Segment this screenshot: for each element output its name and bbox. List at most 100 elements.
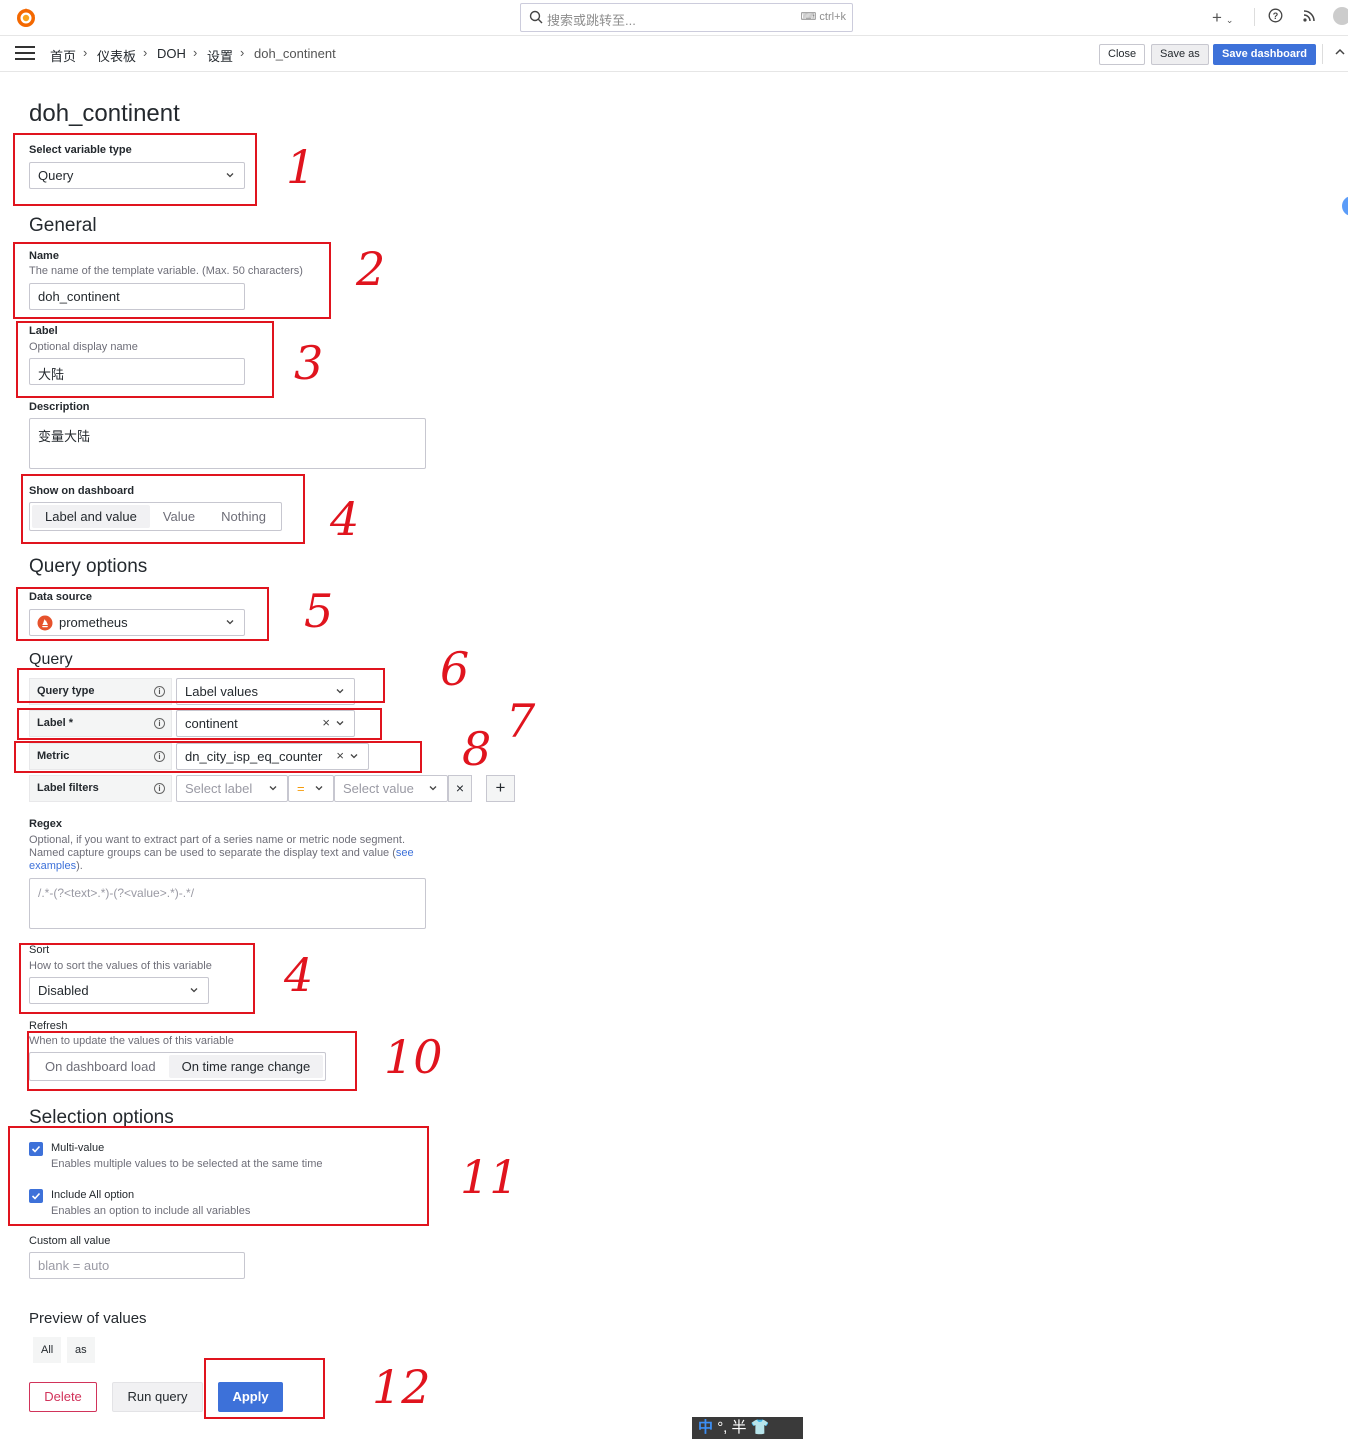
apply-button[interactable]: Apply xyxy=(218,1382,283,1412)
regex-textarea[interactable]: /.*-(?<text>.*)-(?<value>.*)-.*/ xyxy=(29,878,426,929)
preview-heading: Preview of values xyxy=(29,1310,147,1327)
breadcrumb-doh[interactable]: DOH xyxy=(157,46,186,61)
sort-label: Sort xyxy=(29,944,50,956)
multi-value-label: Multi-value xyxy=(51,1142,105,1154)
ime-status-bar: 中 °, 半 👕 xyxy=(692,1417,803,1439)
data-source-select[interactable]: prometheus xyxy=(29,609,245,636)
include-all-label: Include All option xyxy=(51,1189,135,1201)
include-all-checkbox[interactable] xyxy=(29,1189,43,1203)
breadcrumb-settings[interactable]: 设置 xyxy=(207,46,233,65)
breadcrumb-bar: 首页 › 仪表板 › DOH › 设置 › doh_continent Clos… xyxy=(0,36,1348,72)
info-icon[interactable]: i xyxy=(154,686,165,697)
run-query-button[interactable]: Run query xyxy=(112,1382,203,1412)
variable-type-label: Select variable type xyxy=(29,144,132,156)
refresh-radio: On dashboard load On time range change xyxy=(29,1052,327,1081)
filter-label-select[interactable]: Select label xyxy=(176,775,288,802)
divider xyxy=(1322,44,1323,64)
annotation-number: 1 xyxy=(286,140,316,194)
query-options-heading: Query options xyxy=(29,556,148,577)
name-input[interactable]: doh_continent xyxy=(29,283,245,310)
show-option-nothing[interactable]: Nothing xyxy=(208,505,279,528)
see-link[interactable]: see xyxy=(396,847,414,859)
sort-description: How to sort the values of this variable xyxy=(29,960,212,972)
metric-select[interactable]: dn_city_isp_eq_counter × xyxy=(176,743,369,770)
save-dashboard-button[interactable]: Save dashboard xyxy=(1213,44,1316,65)
label-label: Label xyxy=(29,325,58,337)
regex-label: Regex xyxy=(29,818,63,830)
chevron-down-icon: ⌄ xyxy=(1225,15,1234,25)
filter-operator-select[interactable]: = xyxy=(288,775,334,802)
query-type-select[interactable]: Label values xyxy=(176,678,355,705)
data-source-label: Data source xyxy=(29,591,92,603)
add-filter-plus-icon[interactable]: + xyxy=(486,775,515,802)
annotation-number: 10 xyxy=(384,1030,443,1084)
annotation-number: 2 xyxy=(356,242,386,296)
annotation-number: 6 xyxy=(440,642,470,696)
check-icon xyxy=(31,1145,41,1153)
breadcrumb-home[interactable]: 首页 xyxy=(50,46,76,65)
annotation-number: 4 xyxy=(284,948,314,1002)
user-avatar[interactable] xyxy=(1333,7,1348,25)
show-on-dashboard-label: Show on dashboard xyxy=(29,485,135,497)
collapse-chevron-up-icon[interactable] xyxy=(1334,46,1346,61)
annotation-number: 7 xyxy=(506,694,536,748)
close-button[interactable]: Close xyxy=(1099,44,1146,65)
new-menu-button[interactable]: + ⌄ xyxy=(1212,8,1233,28)
info-icon[interactable]: i xyxy=(154,751,165,762)
breadcrumb-separator-icon: › xyxy=(83,45,88,60)
variable-type-select[interactable]: Query xyxy=(29,162,245,189)
show-option-label-and-value[interactable]: Label and value xyxy=(32,505,150,528)
clear-icon[interactable]: × xyxy=(322,715,330,730)
annotation-number: 5 xyxy=(304,584,334,638)
chevron-down-icon xyxy=(315,786,323,791)
search-placeholder: 搜索或跳转至... xyxy=(547,13,636,28)
side-feedback-tab[interactable] xyxy=(1342,196,1348,216)
breadcrumb-separator-icon: › xyxy=(193,45,198,60)
help-icon[interactable]: ? xyxy=(1268,8,1283,28)
breadcrumb-separator-icon: › xyxy=(143,45,148,60)
description-textarea[interactable]: 变量大陆 xyxy=(29,418,426,469)
chevron-down-icon xyxy=(336,721,344,726)
query-heading: Query xyxy=(29,651,73,668)
shirt-icon: 👕 xyxy=(750,1419,770,1436)
info-icon[interactable]: i xyxy=(154,783,165,794)
annotation-number: 4 xyxy=(330,492,360,546)
save-as-button[interactable]: Save as xyxy=(1151,44,1209,65)
selection-options-heading: Selection options xyxy=(29,1107,174,1128)
breadcrumb-current: doh_continent xyxy=(254,46,336,61)
custom-all-input[interactable]: blank = auto xyxy=(29,1252,245,1279)
chevron-down-icon xyxy=(429,786,437,791)
info-icon[interactable]: i xyxy=(154,718,165,729)
clear-icon[interactable]: × xyxy=(336,748,344,763)
show-on-dashboard-radio: Label and value Value Nothing xyxy=(29,502,282,531)
metric-label: Metric i xyxy=(29,743,172,770)
refresh-label: Refresh xyxy=(29,1020,68,1032)
rss-news-icon[interactable] xyxy=(1302,8,1317,28)
delete-button[interactable]: Delete xyxy=(29,1382,97,1412)
refresh-description: When to update the values of this variab… xyxy=(29,1035,234,1047)
general-heading: General xyxy=(29,215,97,236)
page-title: doh_continent xyxy=(29,100,180,127)
svg-text:?: ? xyxy=(1273,11,1279,21)
annotation-number: 11 xyxy=(460,1150,519,1204)
label-input[interactable]: 大陆 xyxy=(29,358,245,385)
breadcrumb-dashboards[interactable]: 仪表板 xyxy=(97,46,136,65)
chevron-down-icon xyxy=(226,173,234,178)
remove-filter-close-icon[interactable]: × xyxy=(448,775,472,802)
grafana-logo-icon[interactable] xyxy=(14,6,38,30)
multi-value-checkbox[interactable] xyxy=(29,1142,43,1156)
top-bar: 搜索或跳转至... ⌨ ctrl+k + ⌄ ? xyxy=(0,0,1348,36)
refresh-option-time-range-change[interactable]: On time range change xyxy=(168,1055,324,1078)
description-label: Description xyxy=(29,401,90,413)
annotation-number: 12 xyxy=(372,1360,431,1414)
refresh-option-dashboard-load[interactable]: On dashboard load xyxy=(32,1055,169,1078)
examples-link[interactable]: examples xyxy=(29,860,76,872)
show-option-value[interactable]: Value xyxy=(150,505,208,528)
chevron-down-icon xyxy=(190,988,198,993)
sort-select[interactable]: Disabled xyxy=(29,977,209,1004)
hamburger-menu-icon[interactable] xyxy=(15,46,35,62)
label-select[interactable]: continent × xyxy=(176,710,355,737)
search-input[interactable]: 搜索或跳转至... ⌨ ctrl+k xyxy=(520,3,853,32)
name-description: The name of the template variable. (Max.… xyxy=(29,265,303,277)
filter-value-select[interactable]: Select value xyxy=(334,775,448,802)
